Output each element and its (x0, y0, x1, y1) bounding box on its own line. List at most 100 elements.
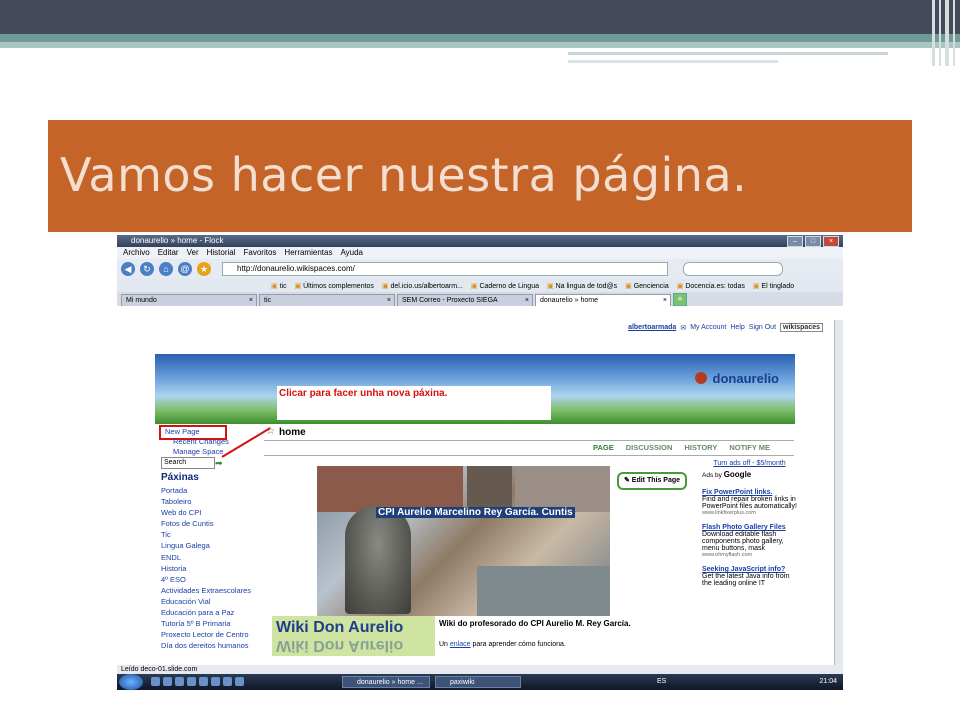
bookmark-item[interactable]: del.icio.us/albertoarm... (382, 282, 463, 290)
quick-launch-icon[interactable] (151, 677, 160, 686)
tab-donaurelio-home[interactable]: donaurelio » home × (535, 294, 671, 306)
taskbar-item-paxiwiki[interactable]: paxiwiki (435, 676, 521, 688)
tab-close-icon[interactable]: × (387, 295, 391, 307)
help-link[interactable]: Help (730, 324, 744, 331)
photo-portrait (467, 466, 512, 512)
turn-ads-off-link[interactable]: Turn ads off - $5/month (702, 460, 797, 467)
bookmark-item[interactable]: Caderno de Lingua (471, 282, 539, 290)
bookmark-item[interactable]: Docencia.es: todas (677, 282, 745, 290)
manage-space-link[interactable]: Manage Space (173, 447, 223, 456)
vertical-scrollbar[interactable] (834, 320, 843, 665)
sidebar-search-input[interactable]: Search (161, 457, 215, 469)
bookmark-item[interactable]: Na lingua de tod@s (547, 282, 618, 290)
nav-item[interactable]: Taboleiro (161, 496, 251, 507)
nav-item[interactable]: Tic (161, 529, 251, 540)
clock[interactable]: 21:04 (819, 674, 837, 690)
maximize-button[interactable]: □ (805, 236, 821, 247)
bookmark-item[interactable]: Genciencia (625, 282, 669, 290)
menu-ver[interactable]: Ver (187, 247, 199, 259)
ad-title[interactable]: Seeking JavaScript info? (702, 566, 797, 573)
slide-title: Vamos hacer nuestra página. (60, 148, 748, 202)
mail-icon[interactable]: ✉ (680, 324, 686, 332)
quick-launch-icon[interactable] (175, 677, 184, 686)
bookmark-item[interactable]: tic (271, 282, 287, 290)
tab-mi-mundo[interactable]: Mi mundo × (121, 294, 257, 306)
sign-out-link[interactable]: Sign Out (749, 324, 776, 331)
tab-sem-correo[interactable]: SEM Correo - Proxecto SIEGA × (397, 294, 533, 306)
slide-accent-line-short (568, 60, 778, 63)
nav-item[interactable]: Lingua Galega (161, 540, 251, 551)
google-logo: Google (723, 470, 752, 479)
search-input[interactable] (683, 262, 783, 276)
people-icon[interactable]: @ (178, 262, 192, 276)
wiki-logo-text: Wiki Don Aurelio (276, 619, 404, 636)
nav-item[interactable]: Día dos dereitos humanos (161, 640, 251, 651)
menu-historial[interactable]: Historial (207, 247, 236, 259)
tab-discussion[interactable]: DISCUSSION (626, 443, 673, 452)
site-header: Clicar para facer unha nova páxina. dona… (155, 354, 795, 424)
quick-launch-icon[interactable] (235, 677, 244, 686)
menu-ayuda[interactable]: Ayuda (340, 247, 363, 259)
star-icon[interactable]: ☆ (266, 426, 275, 437)
new-page-link[interactable]: New Page (165, 427, 200, 436)
quick-launch-icon[interactable] (211, 677, 220, 686)
quick-launch-icon[interactable] (163, 677, 172, 686)
url-input[interactable]: http://donaurelio.wikispaces.com/ (222, 262, 668, 276)
menu-editar[interactable]: Editar (158, 247, 179, 259)
taskbar-item-browser[interactable]: donaurelio » home ... (342, 676, 430, 688)
ad-item[interactable]: Seeking JavaScript info? Get the latest … (702, 566, 797, 587)
close-window-button[interactable]: × (823, 236, 839, 247)
nav-item[interactable]: Tutoría 5º B Primaria (161, 618, 251, 629)
menu-bar: Archivo Editar Ver Historial Favoritos H… (117, 247, 843, 259)
menu-favoritos[interactable]: Favoritos (244, 247, 277, 259)
language-indicator[interactable]: ES (657, 674, 666, 690)
my-account-link[interactable]: My Account (690, 324, 726, 331)
tab-tic[interactable]: tic × (259, 294, 395, 306)
nav-item[interactable]: ENDL (161, 552, 251, 563)
home-icon[interactable]: ⌂ (159, 262, 173, 276)
recent-changes-link[interactable]: Recent Changes (173, 437, 229, 446)
start-button[interactable] (119, 674, 143, 690)
tab-close-icon[interactable]: × (249, 295, 253, 307)
bookmark-item[interactable]: Últimos complementos (295, 282, 374, 290)
ad-title[interactable]: Fix PowerPoint links. (702, 489, 797, 496)
user-links: albertoarmada ✉ My Account Help Sign Out… (628, 323, 823, 332)
nav-item[interactable]: Educación para a Paz (161, 607, 251, 618)
bookmark-item[interactable]: El tinglado (753, 282, 794, 290)
nav-item[interactable]: Portada (161, 485, 251, 496)
back-icon[interactable]: ◀ (121, 262, 135, 276)
quick-launch-icon[interactable] (187, 677, 196, 686)
site-name: donaurelio (695, 371, 779, 386)
menu-archivo[interactable]: Archivo (123, 247, 150, 259)
ad-item[interactable]: Flash Photo Gallery Files Download edita… (702, 524, 797, 558)
edit-page-button[interactable]: ✎ Edit This Page (617, 472, 687, 490)
quick-launch-icon[interactable] (223, 677, 232, 686)
minimize-button[interactable]: – (787, 236, 803, 247)
ads-column: Turn ads off - $5/month Ads by Google Fi… (702, 460, 797, 595)
star-icon[interactable]: ★ (197, 262, 211, 276)
nav-item[interactable]: Historia (161, 563, 251, 574)
status-bar: Leído deco-01.slide.com (117, 665, 843, 674)
tab-history[interactable]: HISTORY (684, 443, 717, 452)
nav-item[interactable]: Actividades Extraescolares (161, 585, 251, 596)
ad-item[interactable]: Fix PowerPoint links. Find and repair br… (702, 489, 797, 516)
nav-item[interactable]: Educación Vial (161, 596, 251, 607)
nav-item[interactable]: Web do CPI (161, 507, 251, 518)
tab-close-icon[interactable]: × (525, 295, 529, 307)
nav-item[interactable]: 4º ESO (161, 574, 251, 585)
window-titlebar: donaurelio » home - Flock – □ × (117, 235, 843, 247)
nav-item[interactable]: Proxecto Lector de Centro (161, 629, 251, 640)
ad-title[interactable]: Flash Photo Gallery Files (702, 524, 797, 531)
quick-launch-icon[interactable] (199, 677, 208, 686)
nav-item[interactable]: Fotos de Cuntis (161, 518, 251, 529)
reload-icon[interactable]: ↻ (140, 262, 154, 276)
search-go-icon[interactable]: ➡ (215, 458, 223, 469)
tab-notify-me[interactable]: NOTIFY ME (729, 443, 770, 452)
username-link[interactable]: albertoarmada (628, 324, 676, 331)
tab-page[interactable]: PAGE (593, 443, 614, 452)
page-title: home (279, 427, 306, 438)
tab-close-icon[interactable]: × (663, 295, 667, 307)
new-tab-button[interactable]: + (673, 293, 687, 306)
menu-herramientas[interactable]: Herramientas (284, 247, 332, 259)
enlace-link[interactable]: enlace (450, 641, 471, 648)
